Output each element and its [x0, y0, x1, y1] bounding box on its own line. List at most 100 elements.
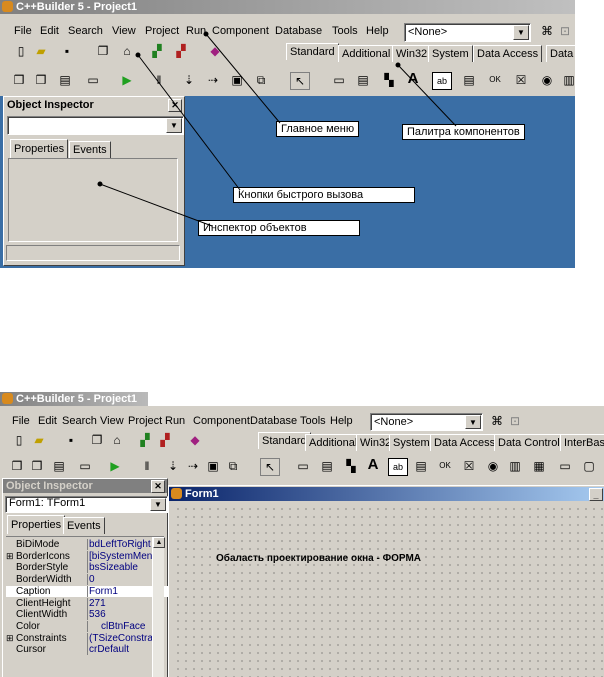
build-all-icon[interactable]: ⊡: [506, 413, 524, 429]
property-value[interactable]: [biSystemMenu: [89, 551, 155, 562]
save-icon[interactable]: ▪: [62, 432, 80, 448]
expand-icon[interactable]: ⊞: [6, 551, 14, 562]
tab-interbase[interactable]: InterBase: [560, 434, 604, 451]
property-row[interactable]: BiDiMode bdLeftToRight: [6, 539, 168, 550]
property-name: Color: [16, 620, 40, 632]
open-icon[interactable]: ▰: [30, 432, 48, 448]
column-divider[interactable]: [87, 585, 88, 597]
property-grid: BiDiMode bdLeftToRight ⊞ BorderIcons [biSyst…: [6, 536, 168, 677]
column-divider[interactable]: [87, 644, 88, 656]
form1-title: Form1: [185, 488, 219, 500]
tab-data-controls[interactable]: Data Controls: [494, 434, 570, 451]
bottom-screenshot: C++Builder 5 - Project1 File Edit Search…: [0, 392, 604, 677]
radiobutton-component-icon[interactable]: ◉: [484, 458, 502, 474]
add-file-icon[interactable]: ▞: [136, 432, 154, 448]
close-icon[interactable]: ✕: [151, 480, 165, 493]
column-divider[interactable]: [87, 609, 88, 621]
column-divider[interactable]: [87, 539, 88, 550]
edit-component-icon[interactable]: ab: [388, 458, 408, 476]
new-form-icon[interactable]: ▭: [76, 458, 94, 474]
column-divider[interactable]: [87, 632, 88, 644]
property-value[interactable]: bsSizeable: [89, 562, 155, 573]
menu-edit[interactable]: Edit: [38, 415, 57, 427]
menu-help[interactable]: Help: [330, 415, 353, 427]
property-row[interactable]: Cursor crDefault: [6, 644, 168, 656]
property-grid-scrollbar[interactable]: ▲: [152, 537, 165, 677]
menu-component[interactable]: Component: [193, 415, 250, 427]
property-row[interactable]: Color clBtnFace: [6, 620, 168, 632]
trace-into-icon[interactable]: ⇣: [164, 458, 182, 474]
menu-run[interactable]: Run: [165, 415, 185, 427]
property-row[interactable]: ClientWidth 536: [6, 609, 168, 621]
property-value[interactable]: Form1: [89, 586, 155, 597]
property-row[interactable]: BorderWidth 0: [6, 574, 168, 586]
memo-component-icon[interactable]: ▤: [412, 458, 430, 474]
remove-file-icon[interactable]: ▞: [156, 432, 174, 448]
menu-database[interactable]: Database: [250, 415, 297, 427]
property-row[interactable]: Caption Form1: [6, 585, 168, 597]
menu-file[interactable]: File: [12, 415, 30, 427]
property-value[interactable]: bdLeftToRight: [89, 539, 155, 550]
tab-events[interactable]: Events: [63, 517, 105, 534]
groupbox-component-icon[interactable]: ▢: [580, 458, 598, 474]
menu-project[interactable]: Project: [128, 415, 162, 427]
scrollbar-component-icon[interactable]: ▭: [556, 458, 574, 474]
mainmenu-component-icon[interactable]: ▭: [294, 458, 312, 474]
listbox-component-icon[interactable]: ▥: [506, 458, 524, 474]
new-icon[interactable]: ▯: [10, 432, 28, 448]
property-value[interactable]: 0: [89, 574, 155, 585]
property-value[interactable]: 271: [89, 598, 155, 609]
tab-standard[interactable]: Standard: [258, 432, 311, 449]
inspector-title: Object Inspector: [6, 480, 93, 492]
pointer-arrow-icon[interactable]: ↖: [260, 458, 280, 476]
column-divider[interactable]: [87, 550, 88, 562]
toggle-form-unit-icon[interactable]: ▤: [50, 458, 68, 474]
copy-icon[interactable]: ⧉: [224, 458, 242, 474]
config-combo[interactable]: <None> ▼: [370, 413, 483, 431]
tab-data-access[interactable]: Data Access: [430, 434, 500, 451]
label-component-icon[interactable]: A: [364, 457, 382, 473]
label-select-icon[interactable]: ▚: [342, 458, 360, 474]
paste-icon[interactable]: ▣: [204, 458, 222, 474]
form-design-surface[interactable]: Обаласть проектирование окна - ФОРМА: [172, 503, 604, 677]
menu-search[interactable]: Search: [62, 415, 97, 427]
property-value[interactable]: (TSizeConstrain: [89, 633, 155, 644]
combobox-component-icon[interactable]: ▦: [530, 458, 548, 474]
checkbox-component-icon[interactable]: ☒: [460, 458, 478, 474]
column-divider[interactable]: [87, 620, 88, 632]
view-form-icon[interactable]: ❒: [28, 458, 46, 474]
bottom-object-inspector: Object Inspector ✕ Form1: TForm1 ▼ Prope…: [2, 478, 168, 677]
property-row[interactable]: ⊞ Constraints (TSizeConstrain: [6, 632, 168, 644]
menu-tools[interactable]: Tools: [300, 415, 326, 427]
property-row[interactable]: ClientHeight 271: [6, 597, 168, 609]
tab-properties[interactable]: Properties: [7, 515, 66, 534]
inspector-object-combo[interactable]: Form1: TForm1 ▼: [5, 496, 168, 513]
open-project-icon[interactable]: ⌂: [108, 432, 126, 448]
property-value[interactable]: 536: [89, 609, 155, 620]
step-over-icon[interactable]: ⇢: [184, 458, 202, 474]
run-icon[interactable]: ▶: [106, 458, 124, 474]
chevron-down-icon[interactable]: ▼: [150, 498, 166, 511]
scroll-up-icon[interactable]: ▲: [153, 537, 165, 548]
expand-icon[interactable]: ⊞: [6, 633, 14, 644]
pause-icon[interactable]: ‖: [138, 458, 156, 474]
column-divider[interactable]: [87, 574, 88, 586]
tab-system[interactable]: System: [389, 434, 434, 451]
save-all-icon[interactable]: ❐: [88, 432, 106, 448]
chevron-down-icon[interactable]: ▼: [465, 415, 481, 429]
help-book-icon[interactable]: ◆: [186, 432, 204, 448]
build-icon[interactable]: ⌘: [488, 413, 506, 429]
callout-pointer-lines: [97, 31, 457, 227]
popupmenu-component-icon[interactable]: ▤: [318, 458, 336, 474]
property-value[interactable]: crDefault: [89, 644, 155, 655]
minimize-icon[interactable]: _: [589, 488, 603, 501]
property-row[interactable]: BorderStyle bsSizeable: [6, 562, 168, 574]
column-divider[interactable]: [87, 562, 88, 574]
button-component-icon[interactable]: OK: [436, 458, 454, 474]
tab-additional[interactable]: Additional: [305, 434, 362, 451]
bottom-toolbar-2: ❒ ❒ ▤ ▭ ▶ ‖ ⇣ ⇢ ▣ ⧉ ↖ ▭ ▤ ▚ A ab ▤ OK ☒ …: [0, 454, 604, 478]
property-row[interactable]: ⊞ BorderIcons [biSystemMenu: [6, 550, 168, 562]
column-divider[interactable]: [87, 597, 88, 609]
menu-view[interactable]: View: [100, 415, 124, 427]
view-unit-icon[interactable]: ❒: [8, 458, 26, 474]
